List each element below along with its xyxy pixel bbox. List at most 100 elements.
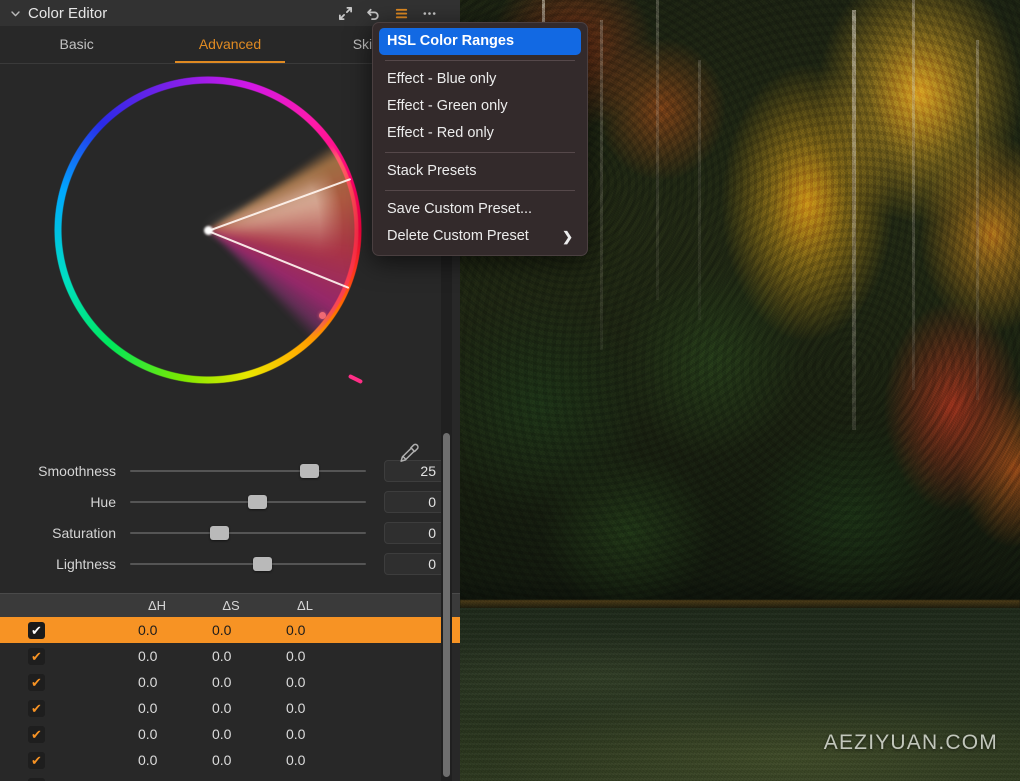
more-options-icon[interactable] — [421, 5, 438, 22]
slider-label: Lightness — [56, 556, 116, 572]
color-ranges-table: ΔH ΔS ΔL ✔ 0.0 0.0 0.0 ✔ 0.0 0.0 0.0 ✔ 0.0 0.0 0.0 ✔… — [0, 593, 460, 781]
lightness-value[interactable]: 0 — [384, 553, 446, 575]
menu-item-effect-red-only[interactable]: Effect - Red only — [373, 120, 587, 147]
cell-dl[interactable]: 0.0 — [268, 726, 342, 742]
presets-menu-icon[interactable] — [393, 5, 410, 22]
slider-row-smoothness: Smoothness 25 — [14, 456, 446, 486]
hue-slider[interactable] — [130, 492, 366, 512]
lightness-slider[interactable] — [130, 554, 366, 574]
saturation-value[interactable]: 0 — [384, 522, 446, 544]
cell-dl[interactable]: 0.0 — [268, 622, 342, 638]
row-enabled-cell: ✔ — [0, 699, 62, 717]
slider-thumb[interactable] — [299, 464, 319, 478]
slider-thumb[interactable] — [210, 526, 230, 540]
slider-thumb[interactable] — [252, 557, 272, 571]
row-enabled-cell: ✔ — [0, 777, 62, 781]
chevron-right-icon: ❯ — [562, 229, 573, 244]
menu-item-label: Effect - Red only — [387, 125, 494, 141]
cell-ds[interactable]: 0.0 — [194, 648, 268, 664]
expand-icon[interactable] — [337, 5, 354, 22]
cell-dh[interactable]: 0.0 — [120, 648, 194, 664]
table-row[interactable]: ✔0.00.00.0 — [0, 695, 460, 721]
color-editor-screen: AEZIYUAN.COM Color Editor Basic Advanced… — [0, 0, 1020, 781]
saturation-slider[interactable] — [130, 523, 366, 543]
cell-dh[interactable]: 0.0 — [120, 674, 194, 690]
menu-item-effect-blue-only[interactable]: Effect - Blue only — [373, 66, 587, 93]
menu-item-stack-presets[interactable]: Stack Presets — [373, 158, 587, 185]
menu-item-label: Save Custom Preset... — [387, 201, 533, 217]
cell-dh[interactable]: 0.0 — [120, 622, 194, 638]
eyedropper-icon[interactable] — [396, 440, 422, 466]
tab-advanced[interactable]: Advanced — [153, 26, 306, 63]
row-swatch-cell — [62, 752, 120, 768]
checkbox-6[interactable]: ✔ — [28, 777, 45, 781]
slider-label: Saturation — [52, 525, 116, 541]
cell-dh[interactable]: 0.0 — [120, 752, 194, 768]
table-row[interactable]: ✔0.00.00.0 — [0, 721, 460, 747]
slider-label: Smoothness — [38, 463, 116, 479]
tab-basic[interactable]: Basic — [0, 26, 153, 63]
table-row[interactable]: ✔0.00.00.0 — [0, 643, 460, 669]
menu-item-label: Delete Custom Preset — [387, 228, 529, 244]
checkbox-3[interactable]: ✔ — [28, 699, 45, 717]
row-enabled-cell: ✔ — [0, 621, 62, 639]
page-title: Color Editor — [28, 4, 108, 22]
row-swatch-cell — [62, 648, 120, 664]
menu-item-label: Effect - Green only — [387, 98, 508, 114]
row-enabled-cell: ✔ — [0, 673, 62, 691]
wheel-rim-handle[interactable] — [347, 373, 364, 385]
cell-dl[interactable]: 0.0 — [268, 648, 342, 664]
menu-separator — [385, 152, 575, 153]
checkbox-4[interactable]: ✔ — [28, 725, 45, 743]
slider-row-hue: Hue 0 — [14, 487, 446, 517]
slider-row-saturation: Saturation 0 — [14, 518, 446, 548]
col-header-ds: ΔS — [222, 598, 240, 613]
row-enabled-cell: ✔ — [0, 647, 62, 665]
menu-item-effect-green-only[interactable]: Effect - Green only — [373, 93, 587, 120]
menu-item-label: Effect - Blue only — [387, 71, 497, 87]
menu-item-hsl-color-ranges[interactable]: HSL Color Ranges — [379, 28, 581, 55]
cell-ds[interactable]: 0.0 — [194, 700, 268, 716]
menu-item-save-custom-preset[interactable]: Save Custom Preset... — [373, 196, 587, 223]
slider-thumb[interactable] — [248, 495, 267, 509]
col-header-dl: ΔL — [297, 598, 313, 613]
table-row[interactable]: ✔0.00.00.0 — [0, 617, 460, 643]
checkbox-2[interactable]: ✔ — [28, 673, 45, 691]
table-row[interactable]: ✔0.00.00.0 — [0, 669, 460, 695]
row-enabled-cell: ✔ — [0, 751, 62, 769]
menu-item-delete-custom-preset[interactable]: Delete Custom Preset ❯ — [373, 223, 587, 250]
cell-ds[interactable]: 0.0 — [194, 674, 268, 690]
chevron-down-icon[interactable] — [8, 6, 22, 20]
cell-ds[interactable]: 0.0 — [194, 752, 268, 768]
checkbox-0[interactable]: ✔ — [28, 621, 45, 639]
table-row[interactable]: ✔0.00.00.0 — [0, 773, 460, 781]
smoothness-slider[interactable] — [130, 461, 366, 481]
table-body: ✔ 0.0 0.0 0.0 ✔ 0.0 0.0 0.0 ✔ 0.0 0.0 0.0 ✔ 0.0 0.0 0.0… — [0, 617, 460, 781]
presets-dropdown-menu[interactable]: HSL Color Ranges Effect - Blue only Effect… — [372, 22, 588, 256]
table-header-row: ΔH ΔS ΔL — [0, 593, 460, 617]
cell-dl[interactable]: 0.0 — [268, 700, 342, 716]
slider-label: Hue — [90, 494, 116, 510]
menu-item-label: Stack Presets — [387, 163, 477, 179]
row-enabled-cell: ✔ — [0, 725, 62, 743]
menu-separator — [385, 190, 575, 191]
cell-ds[interactable]: 0.0 — [194, 726, 268, 742]
slider-row-lightness: Lightness 0 — [14, 549, 446, 579]
cell-dh[interactable]: 0.0 — [120, 700, 194, 716]
cell-dl[interactable]: 0.0 — [268, 752, 342, 768]
row-swatch-cell — [62, 700, 120, 716]
menu-item-label: HSL Color Ranges — [387, 33, 515, 49]
selected-color-dot[interactable] — [319, 312, 326, 319]
row-swatch-cell — [62, 622, 120, 638]
reset-icon[interactable] — [365, 5, 382, 22]
cell-dl[interactable]: 0.0 — [268, 674, 342, 690]
checkbox-1[interactable]: ✔ — [28, 647, 45, 665]
hue-value[interactable]: 0 — [384, 491, 446, 513]
checkbox-5[interactable]: ✔ — [28, 751, 45, 769]
cell-ds[interactable]: 0.0 — [194, 622, 268, 638]
table-row[interactable]: ✔0.00.00.0 — [0, 747, 460, 773]
row-swatch-cell — [62, 726, 120, 742]
cell-dh[interactable]: 0.0 — [120, 726, 194, 742]
adjustment-sliders: Smoothness 25 Hue 0 Saturation 0 Lightne… — [0, 456, 460, 579]
scrollbar-thumb[interactable] — [443, 433, 450, 777]
